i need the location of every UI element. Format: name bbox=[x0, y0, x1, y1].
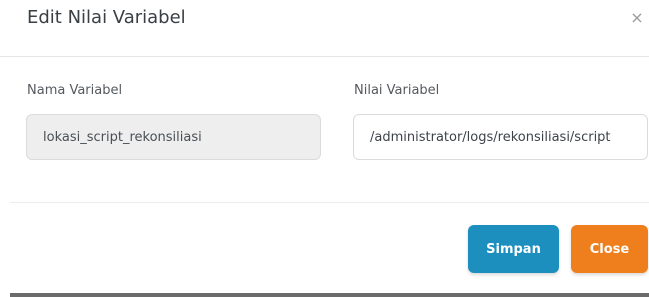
nilai-variabel-input[interactable] bbox=[353, 114, 648, 160]
modal-title: Edit Nilai Variabel bbox=[27, 7, 186, 28]
nama-variabel-label: Nama Variabel bbox=[27, 83, 123, 98]
footer-divider bbox=[10, 202, 649, 203]
close-icon[interactable]: × bbox=[630, 9, 644, 27]
nama-variabel-input[interactable] bbox=[26, 114, 321, 160]
edit-variable-modal: Edit Nilai Variabel × Nama Variabel Nila… bbox=[0, 0, 649, 297]
nilai-variabel-label: Nilai Variabel bbox=[354, 83, 440, 98]
bottom-edge-bar bbox=[10, 293, 649, 297]
close-button[interactable]: Close bbox=[571, 225, 648, 273]
simpan-button[interactable]: Simpan bbox=[468, 225, 559, 273]
modal-header: Edit Nilai Variabel × bbox=[0, 0, 649, 57]
